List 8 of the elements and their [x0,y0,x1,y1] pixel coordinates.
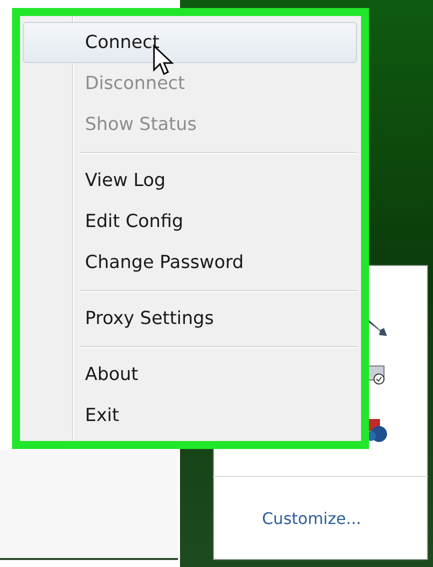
menu-item[interactable]: Change Password [23,242,357,283]
menu-item[interactable]: View Log [23,160,357,201]
menu-item[interactable]: Connect [23,22,357,63]
menu-item[interactable]: Edit Config [23,201,357,242]
menu-item[interactable]: Proxy Settings [23,298,357,339]
customize-link[interactable]: Customize... [262,507,362,531]
menu-item[interactable]: About [23,354,357,395]
menu-item[interactable]: Exit [23,395,357,436]
